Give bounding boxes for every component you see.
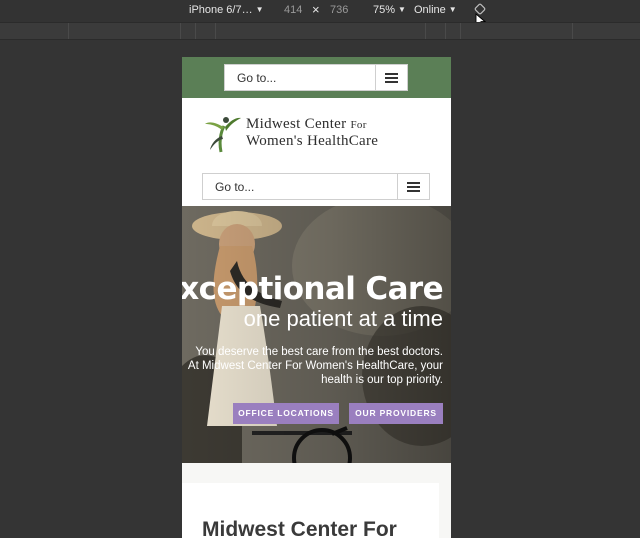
media-query-segment xyxy=(425,23,426,39)
hero-banner: Exceptional Care one patient at a time Y… xyxy=(182,206,451,463)
hero-title: Exceptional Care xyxy=(182,271,444,307)
logo-line-2: Women's HealthCare xyxy=(246,133,379,149)
media-query-segment xyxy=(445,23,446,39)
device-toolbar: iPhone 6/7… ▼ 414 × 736 75% ▼ Online ▼ xyxy=(0,0,640,22)
chevron-down-icon: ▼ xyxy=(398,5,406,14)
hero-subtitle: one patient at a time xyxy=(243,306,443,331)
chevron-down-icon: ▼ xyxy=(255,5,264,14)
hamburger-icon[interactable] xyxy=(397,174,429,199)
media-query-segment xyxy=(215,23,216,39)
goto-label: Go to... xyxy=(237,70,277,85)
zoom-select[interactable]: 75% ▼ xyxy=(373,4,406,16)
chevron-down-icon: ▼ xyxy=(448,5,457,14)
width-input[interactable]: 414 xyxy=(284,4,302,16)
height-input[interactable]: 736 xyxy=(330,4,348,16)
dimension-separator-icon: × xyxy=(312,2,320,17)
device-viewport: Go to... Midwest Center For Women's Heal… xyxy=(182,57,451,538)
network-throttle-select[interactable]: Online ▼ xyxy=(414,4,457,16)
main-goto-menu[interactable]: Go to... xyxy=(202,173,430,200)
hero-overlay xyxy=(182,206,451,463)
hamburger-icon[interactable] xyxy=(375,65,407,90)
device-select[interactable]: iPhone 6/7… ▼ xyxy=(189,4,264,16)
logo-line-1: Midwest Center xyxy=(246,116,351,132)
device-select-label: iPhone 6/7… xyxy=(189,4,253,16)
media-query-segment xyxy=(180,23,181,39)
goto-label: Go to... xyxy=(215,179,255,194)
zoom-select-label: 75% xyxy=(373,4,396,16)
logo-text[interactable]: Midwest Center For Women's HealthCare xyxy=(246,116,446,149)
media-query-segment xyxy=(572,23,573,39)
media-query-segment xyxy=(68,23,69,39)
logo-figure-icon xyxy=(205,117,241,153)
hero-description: You deserve the best care from the best … xyxy=(187,346,443,386)
network-select-label: Online xyxy=(414,4,446,16)
media-query-segment xyxy=(460,23,461,39)
top-goto-menu[interactable]: Go to... xyxy=(224,64,408,91)
logo-line-1-small: For xyxy=(350,119,367,131)
media-query-segment xyxy=(195,23,196,39)
section-heading: Midwest Center For xyxy=(202,518,397,538)
media-query-bar[interactable] xyxy=(0,22,640,40)
our-providers-button[interactable]: OUR PROVIDERS xyxy=(349,403,443,424)
office-locations-button[interactable]: OFFICE LOCATIONS xyxy=(233,403,339,424)
